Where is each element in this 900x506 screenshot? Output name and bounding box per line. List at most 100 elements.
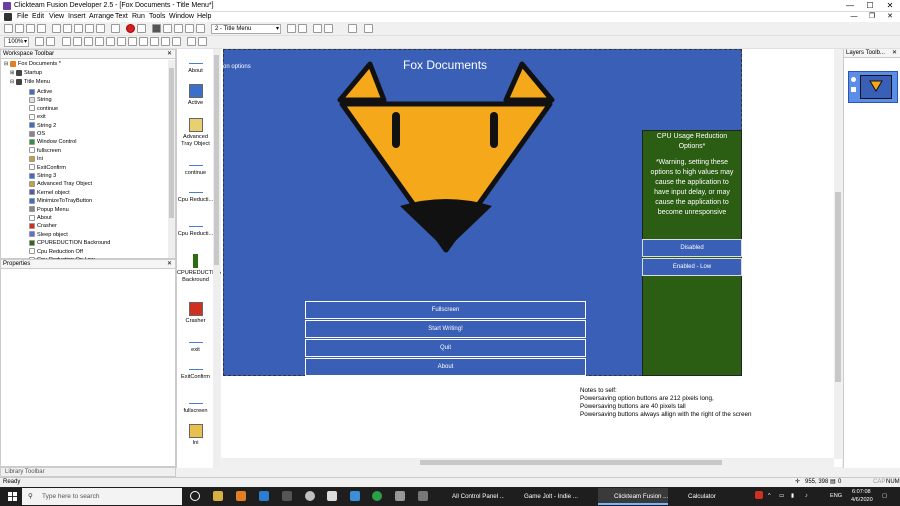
close-icon[interactable]: ✕ bbox=[167, 50, 172, 59]
clock-date[interactable]: 4/6/2020 bbox=[851, 496, 873, 504]
tree-root[interactable]: ⊟ Fox Documents * bbox=[4, 60, 61, 68]
tree-item[interactable]: exit bbox=[29, 113, 46, 121]
menu-arrange[interactable]: Arrange bbox=[89, 12, 114, 22]
lock-icon[interactable] bbox=[46, 37, 55, 46]
menu-insert[interactable]: Insert bbox=[68, 12, 86, 22]
options-text[interactable]: on options bbox=[223, 64, 251, 70]
color-icon[interactable] bbox=[139, 37, 148, 46]
fullscreen-button[interactable]: Fullscreen bbox=[305, 301, 586, 319]
frame-selector[interactable]: 2 - Title Menu ▾ bbox=[211, 24, 281, 34]
eye-icon[interactable] bbox=[851, 77, 856, 82]
cpu-disabled-button[interactable]: Disabled bbox=[642, 239, 742, 257]
menu-tools[interactable]: Tools bbox=[149, 12, 165, 22]
editor-horizontal-scroll-thumb[interactable] bbox=[420, 460, 722, 465]
tray-app-icon[interactable] bbox=[755, 491, 763, 499]
snap-icon[interactable] bbox=[62, 37, 71, 46]
menu-run[interactable]: Run bbox=[132, 12, 145, 22]
network-icon[interactable]: ▭ bbox=[779, 492, 784, 500]
taskbar-game-jolt[interactable]: Game Jolt - Indie ... bbox=[508, 488, 594, 505]
text-align-center-icon[interactable] bbox=[161, 37, 170, 46]
copy-icon[interactable] bbox=[63, 24, 72, 33]
mail-icon[interactable] bbox=[259, 491, 269, 501]
frame-editor-icon[interactable] bbox=[163, 24, 172, 33]
tree-item[interactable]: OS bbox=[29, 130, 45, 138]
tree-item[interactable]: Advanced Tray Object bbox=[29, 180, 92, 188]
tree-item[interactable]: String bbox=[29, 96, 52, 104]
collapse-icon[interactable]: ⊟ bbox=[4, 60, 9, 68]
tree-item[interactable]: Window Control bbox=[29, 138, 76, 146]
tree-frame-title-menu[interactable]: ⊟ Title Menu bbox=[10, 78, 50, 86]
tree-item[interactable]: String 3 bbox=[29, 172, 56, 180]
object-entry[interactable]: continue bbox=[177, 159, 214, 177]
collapse-icon[interactable]: ⊟ bbox=[10, 78, 15, 86]
menu-text[interactable]: Text bbox=[115, 12, 128, 22]
object-entry[interactable]: Advanced Tray Object bbox=[177, 118, 214, 148]
last-frame-icon[interactable] bbox=[324, 24, 333, 33]
object-entry[interactable]: exit bbox=[177, 336, 214, 354]
tree-item[interactable]: CPUREDUCTION Backround bbox=[29, 239, 110, 247]
tree-item[interactable]: Active bbox=[29, 88, 52, 96]
cpu-enabled-low-button[interactable]: Enabled - Low bbox=[642, 258, 742, 276]
undo-icon[interactable] bbox=[85, 24, 94, 33]
frame-title-text[interactable]: Fox Documents bbox=[403, 58, 487, 72]
notifications-icon[interactable]: ▢ bbox=[882, 492, 887, 500]
maximize-button[interactable]: ☐ bbox=[860, 0, 880, 12]
cut-icon[interactable] bbox=[52, 24, 61, 33]
menu-view[interactable]: View bbox=[49, 12, 64, 22]
close-icon[interactable]: ✕ bbox=[167, 260, 172, 269]
tree-item[interactable]: Kernel object bbox=[29, 189, 70, 197]
italic-icon[interactable] bbox=[106, 37, 115, 46]
underline-icon[interactable] bbox=[117, 37, 126, 46]
tree-item[interactable]: Popup Menu bbox=[29, 206, 69, 214]
monitor-icon[interactable] bbox=[395, 491, 405, 501]
quit-button[interactable]: Quit bbox=[305, 339, 586, 357]
build-icon[interactable] bbox=[111, 24, 120, 33]
new-icon[interactable] bbox=[4, 24, 13, 33]
save-all-icon[interactable] bbox=[37, 24, 46, 33]
object-entry[interactable]: Crasher bbox=[177, 302, 214, 325]
data-elements-icon[interactable] bbox=[196, 24, 205, 33]
tree-frame-startup[interactable]: ⊞ Startup bbox=[10, 69, 42, 77]
clock-time[interactable]: 6:07:08 bbox=[852, 488, 871, 496]
next-frame-icon[interactable] bbox=[298, 24, 307, 33]
unity-icon[interactable] bbox=[350, 491, 360, 501]
object-entry[interactable]: Active bbox=[177, 84, 214, 107]
menu-window[interactable]: Window bbox=[169, 12, 194, 22]
taskbar-clickteam-fusion[interactable]: Clickteam Fusion ... bbox=[598, 488, 668, 505]
camera-icon[interactable] bbox=[327, 491, 337, 501]
steam-icon[interactable] bbox=[282, 491, 292, 501]
menu-edit[interactable]: Edit bbox=[32, 12, 44, 22]
bring-front-icon[interactable] bbox=[187, 37, 196, 46]
layer-thumbnail[interactable] bbox=[860, 75, 892, 99]
layout-icon[interactable] bbox=[364, 24, 373, 33]
object-entry[interactable]: CPUREDUCTION Backround bbox=[177, 254, 222, 284]
object-entry[interactable]: Cpu Reducti... bbox=[177, 186, 214, 204]
text-align-right-icon[interactable] bbox=[172, 37, 181, 46]
taskbar-control-panel[interactable]: All Control Panel ... bbox=[436, 488, 504, 505]
show-grid-icon[interactable] bbox=[73, 37, 82, 46]
object-panel-scroll-thumb[interactable] bbox=[214, 55, 219, 265]
text-align-left-icon[interactable] bbox=[150, 37, 159, 46]
mdi-close-button[interactable]: ✕ bbox=[882, 12, 898, 22]
fox-logo[interactable] bbox=[336, 60, 558, 255]
tree-item[interactable]: Sleep object bbox=[29, 231, 68, 239]
fox-app-icon[interactable] bbox=[236, 491, 246, 501]
run-frame-icon[interactable] bbox=[137, 24, 146, 33]
zoom-in-icon[interactable] bbox=[35, 37, 44, 46]
object-entry[interactable]: Ini bbox=[177, 424, 214, 447]
event-editor-icon[interactable] bbox=[174, 24, 183, 33]
tree-item[interactable]: MinimizeToTrayButton bbox=[29, 197, 92, 205]
document-icon[interactable] bbox=[4, 13, 12, 21]
expand-icon[interactable]: ⊞ bbox=[10, 69, 15, 77]
mdi-minimize-button[interactable]: — bbox=[846, 12, 862, 22]
workspace-scroll-thumb[interactable] bbox=[169, 68, 174, 218]
run-application-icon[interactable] bbox=[126, 24, 135, 33]
grid-icon[interactable] bbox=[348, 24, 357, 33]
open-icon[interactable] bbox=[15, 24, 24, 33]
first-frame-icon[interactable] bbox=[313, 24, 322, 33]
object-entry[interactable]: fullscreen bbox=[177, 397, 214, 415]
cpu-reduction-text[interactable]: CPU Usage Reduction Options* *Warning, s… bbox=[648, 132, 736, 218]
previous-frame-icon[interactable] bbox=[287, 24, 296, 33]
notes-text[interactable]: Notes to self: Powersaving option button… bbox=[580, 387, 752, 419]
taskbar-calculator[interactable]: Calculator bbox=[672, 488, 730, 505]
